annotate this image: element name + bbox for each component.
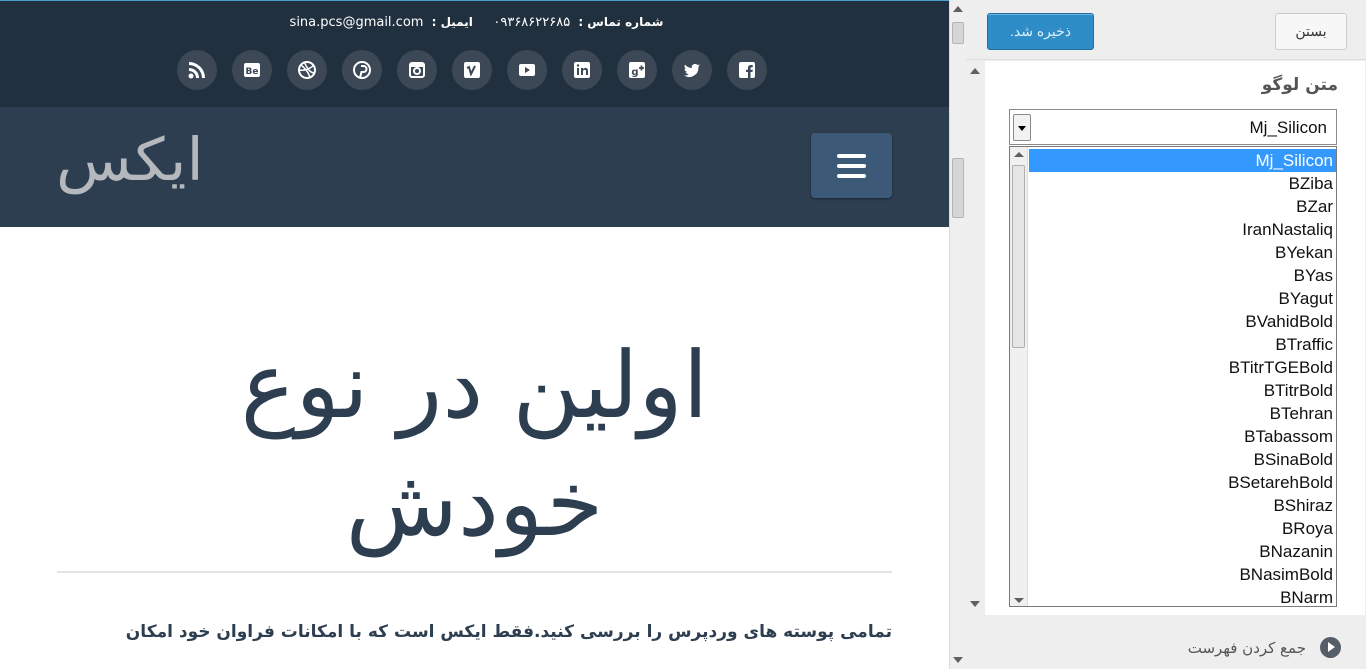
hero-line-2: خودش — [345, 450, 604, 557]
google-plus-icon[interactable]: g — [617, 50, 657, 90]
collapse-menu-label: جمع کردن فهرست — [1187, 639, 1306, 657]
dropdown-option[interactable]: BTabassom — [1029, 425, 1336, 448]
dribbble-icon[interactable] — [287, 50, 327, 90]
contact-label: شماره تماس : — [578, 15, 664, 29]
site-logo[interactable]: ایکس — [56, 130, 204, 190]
dropdown-option[interactable]: BTitrBold — [1029, 379, 1336, 402]
dropdown-option[interactable]: BZiba — [1029, 172, 1336, 195]
customizer-panel: ذخیره شد. بستن متن لوگو Mj_Silicon Mj_Si… — [966, 0, 1366, 669]
twitter-icon[interactable] — [672, 50, 712, 90]
behance-icon[interactable]: Be — [232, 50, 272, 90]
phone-number: ۰۹۳۶۸۶۲۲۶۸۵ — [493, 15, 571, 30]
dropdown-option[interactable]: BTraffic — [1029, 333, 1336, 356]
scrollbar-thumb-secondary[interactable] — [952, 158, 964, 218]
font-select[interactable]: Mj_Silicon — [1009, 109, 1337, 145]
hamburger-icon-bar — [837, 173, 866, 178]
dropdown-option[interactable]: BTehran — [1029, 402, 1336, 425]
hamburger-icon-bar — [837, 163, 866, 168]
social-links: Be g — [177, 50, 767, 90]
hamburger-icon — [837, 153, 866, 158]
scroll-down-icon[interactable] — [953, 657, 963, 663]
panel-header: ذخیره شد. بستن — [966, 0, 1366, 60]
scroll-down-icon[interactable] — [970, 601, 980, 607]
dropdown-option[interactable]: BNazanin — [1029, 540, 1336, 563]
collapse-menu-button[interactable]: جمع کردن فهرست — [966, 623, 1366, 669]
close-button[interactable]: بستن — [1275, 13, 1347, 50]
dropdown-option[interactable]: BYekan — [1029, 241, 1336, 264]
font-dropdown-list[interactable]: Mj_Silicon BZiba BZar IranNastaliq BYeka… — [1009, 146, 1337, 607]
scroll-down-icon[interactable] — [1014, 598, 1024, 603]
panel-body: متن لوگو Mj_Silicon Mj_Silicon BZiba BZa… — [985, 61, 1365, 615]
site-navbar: ایکس — [0, 107, 949, 227]
dropdown-option[interactable]: BSetarehBold — [1029, 471, 1336, 494]
dropdown-option[interactable]: IranNastaliq — [1029, 218, 1336, 241]
linkedin-icon[interactable] — [562, 50, 602, 90]
top-bar: شماره تماس : ۰۹۳۶۸۶۲۲۶۸۵ ایمیل : sina.pc… — [0, 1, 949, 107]
dropdown-options: Mj_Silicon BZiba BZar IranNastaliq BYeka… — [1029, 149, 1336, 606]
svg-text:Be: Be — [246, 67, 259, 77]
dropdown-option[interactable]: BShiraz — [1029, 494, 1336, 517]
pinterest-icon[interactable] — [342, 50, 382, 90]
hamburger-menu-button[interactable] — [811, 133, 892, 198]
youtube-icon[interactable] — [507, 50, 547, 90]
chevron-down-icon[interactable] — [1013, 114, 1031, 141]
dropdown-option[interactable]: BYas — [1029, 264, 1336, 287]
email-address: sina.pcs@gmail.com — [289, 15, 424, 30]
section-title: متن لوگو — [1261, 75, 1338, 95]
preview-scrollbar[interactable] — [949, 0, 966, 669]
font-select-value: Mj_Silicon — [1249, 118, 1327, 137]
save-button[interactable]: ذخیره شد. — [987, 13, 1094, 50]
dropdown-option[interactable]: BZar — [1029, 195, 1336, 218]
dropdown-option[interactable]: BRoya — [1029, 517, 1336, 540]
dropdown-option[interactable]: BSinaBold — [1029, 448, 1336, 471]
email-label: ایمیل : — [431, 15, 473, 29]
dropdown-option[interactable]: BNasimBold — [1029, 563, 1336, 586]
dropdown-option[interactable]: BYagut — [1029, 287, 1336, 310]
dropdown-scrollbar[interactable] — [1010, 147, 1028, 606]
scrollbar-thumb[interactable] — [952, 22, 964, 44]
play-circle-icon — [1320, 637, 1341, 658]
site-preview: شماره تماس : ۰۹۳۶۸۶۲۲۶۸۵ ایمیل : sina.pc… — [0, 0, 949, 669]
instagram-icon[interactable] — [397, 50, 437, 90]
contact-info: شماره تماس : ۰۹۳۶۸۶۲۲۶۸۵ ایمیل : sina.pc… — [0, 15, 949, 30]
scroll-up-icon[interactable] — [953, 6, 963, 12]
hero-heading: اولین در نوع خودش — [0, 327, 949, 563]
dropdown-option[interactable]: BNarm — [1029, 586, 1336, 606]
hero-description: تمامی پوسته های وردپرس را بررسی کنید.فقط… — [125, 622, 892, 642]
panel-scrollbar[interactable] — [966, 61, 985, 615]
rss-icon[interactable] — [177, 50, 217, 90]
dropdown-scrollbar-thumb[interactable] — [1012, 165, 1025, 348]
hero-divider — [57, 571, 892, 573]
scroll-up-icon[interactable] — [1014, 152, 1024, 157]
dropdown-option[interactable]: BTitrTGEBold — [1029, 356, 1336, 379]
dropdown-option[interactable]: Mj_Silicon — [1029, 149, 1336, 172]
hero-line-1: اولین در نوع — [240, 332, 709, 439]
dropdown-option[interactable]: BVahidBold — [1029, 310, 1336, 333]
scroll-up-icon[interactable] — [970, 68, 980, 74]
svg-text:g: g — [631, 67, 638, 78]
facebook-icon[interactable] — [727, 50, 767, 90]
vimeo-icon[interactable] — [452, 50, 492, 90]
